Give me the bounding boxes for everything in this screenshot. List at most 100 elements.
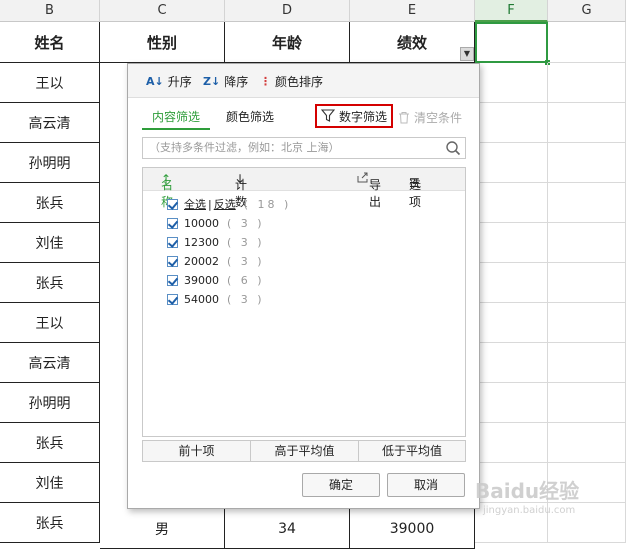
export-label: 导出 [369,178,382,209]
value-item-row[interactable]: 39000 ( 6 ) [167,271,265,289]
empty-cell[interactable] [475,303,548,343]
header-cell-performance[interactable]: 绩效 [350,22,475,63]
filter-popup: A↓ 升序 Z↓ 降序 ⋮ 颜色排序 内容筛选 颜色筛选 数字筛选 清空条件 （… [127,63,480,509]
value-item-count: ( 6 ) [227,273,265,287]
name-cell[interactable]: 张兵 [0,503,100,543]
value-item-checkbox[interactable] [167,274,178,286]
invert-selection-link[interactable]: 反选 [214,196,236,212]
empty-cell[interactable] [548,263,626,303]
empty-cell[interactable] [475,223,548,263]
select-all-checkbox[interactable] [167,198,178,210]
empty-cell[interactable] [475,103,548,143]
empty-cell[interactable] [548,383,626,423]
name-cell[interactable]: 王以 [0,303,100,343]
name-cell[interactable]: 张兵 [0,183,100,223]
empty-cell[interactable] [475,383,548,423]
empty-cell[interactable] [548,183,626,223]
column-header-d[interactable]: D [225,0,350,22]
sort-by-count-header[interactable]: 计数 ↓ [235,172,247,209]
empty-cell[interactable] [475,263,548,303]
empty-cell[interactable] [475,423,548,463]
cell-gender-last[interactable]: 男 [100,509,225,549]
sort-descending-button[interactable]: Z↓ 降序 [203,73,248,89]
options-label: 选项 [409,178,422,209]
below-average-button[interactable]: 低于平均值 [359,441,465,461]
selected-cell-f1[interactable] [475,22,548,63]
column-header-f[interactable]: F [475,0,548,22]
column-header-b[interactable]: B [0,0,100,22]
value-list-header: 名称 ↑ 计数 ↓ 导出 ☰ 选项 [143,168,465,209]
value-item-label: 54000 [184,292,219,306]
column-header-g[interactable]: G [548,0,626,22]
column-header-c[interactable]: C [100,0,225,22]
empty-cell[interactable] [475,183,548,223]
empty-cell[interactable] [548,143,626,183]
search-icon[interactable] [445,140,461,156]
cell-age-last[interactable]: 34 [225,509,350,549]
header-cell-gender[interactable]: 性别 [100,22,225,63]
name-cell[interactable]: 张兵 [0,263,100,303]
tab-color-filter[interactable]: 颜色筛选 [226,108,274,125]
sort-by-name-header[interactable]: 名称 ↑ [161,172,173,209]
value-item-count: ( 3 ) [227,235,265,249]
search-placeholder: （支持多条件过滤，例如：北京 上海） [149,141,340,154]
value-item-checkbox[interactable] [167,293,178,305]
value-item-row[interactable]: 10000 ( 3 ) [167,214,265,232]
export-icon [357,172,368,183]
header-cell-name[interactable]: 姓名 [0,22,100,63]
select-all-count: ( 18 ) [243,197,292,211]
value-item-checkbox[interactable] [167,236,178,248]
sort-by-color-button[interactable]: ⋮ 颜色排序 [260,73,323,89]
empty-cell[interactable] [548,63,626,103]
name-cell[interactable]: 张兵 [0,423,100,463]
cancel-button[interactable]: 取消 [387,473,465,497]
empty-cell[interactable] [548,223,626,263]
value-item-row[interactable]: 54000 ( 3 ) [167,290,265,308]
color-sort-icon: ⋮ [260,74,271,88]
search-input[interactable]: （支持多条件过滤，例如：北京 上海） [142,137,466,159]
value-item-count: ( 3 ) [227,254,265,268]
empty-cell[interactable] [548,343,626,383]
empty-cell[interactable] [548,303,626,343]
empty-cell[interactable] [548,103,626,143]
value-item-row[interactable]: 12300 ( 3 ) [167,233,265,251]
empty-cell[interactable] [475,143,548,183]
select-all-link[interactable]: 全选 [184,196,206,212]
cell-g1[interactable] [548,22,626,63]
select-all-row[interactable]: 全选 | 反选 ( 18 ) [167,195,291,213]
funnel-icon [320,109,335,122]
name-cell[interactable]: 孙明明 [0,383,100,423]
name-cell[interactable]: 高云清 [0,103,100,143]
ok-button[interactable]: 确定 [302,473,380,497]
empty-cell[interactable] [548,423,626,463]
sort-by-color-label: 颜色排序 [275,74,324,89]
number-filter-label: 数字筛选 [338,109,387,124]
sort-toolbar: A↓ 升序 Z↓ 降序 ⋮ 颜色排序 [128,64,479,98]
above-average-button[interactable]: 高于平均值 [251,441,359,461]
name-cell[interactable]: 孙明明 [0,143,100,183]
clear-conditions-label: 清空条件 [414,111,463,125]
watermark-logo: Baidu经验 [475,479,580,503]
top10-button[interactable]: 前十项 [143,441,251,461]
sort-ascending-button[interactable]: A↓ 升序 [146,73,192,89]
value-item-checkbox[interactable] [167,217,178,229]
name-cell[interactable]: 刘佳 [0,223,100,263]
header-cell-age[interactable]: 年龄 [225,22,350,63]
name-cell[interactable]: 高云清 [0,343,100,383]
name-cell[interactable]: 王以 [0,63,100,103]
tab-content-filter[interactable]: 内容筛选 [142,108,211,130]
empty-cell[interactable] [475,343,548,383]
column-header-e[interactable]: E [350,0,475,22]
value-item-checkbox[interactable] [167,255,178,267]
quick-filter-bar: 前十项 高于平均值 低于平均值 [142,440,466,462]
empty-cell[interactable] [475,63,548,103]
clear-conditions-button[interactable]: 清空条件 [398,109,462,126]
watermark-url: jingyan.baidu.com [483,505,576,516]
cell-performance-last[interactable]: 39000 [350,509,475,549]
export-button[interactable]: 导出 [357,172,381,209]
name-cell[interactable]: 刘佳 [0,463,100,503]
filter-dropdown-icon[interactable]: ▼ [460,47,474,61]
value-item-row[interactable]: 20002 ( 3 ) [167,252,265,270]
number-filter-button[interactable]: 数字筛选 [315,104,393,128]
value-item-label: 10000 [184,216,219,230]
